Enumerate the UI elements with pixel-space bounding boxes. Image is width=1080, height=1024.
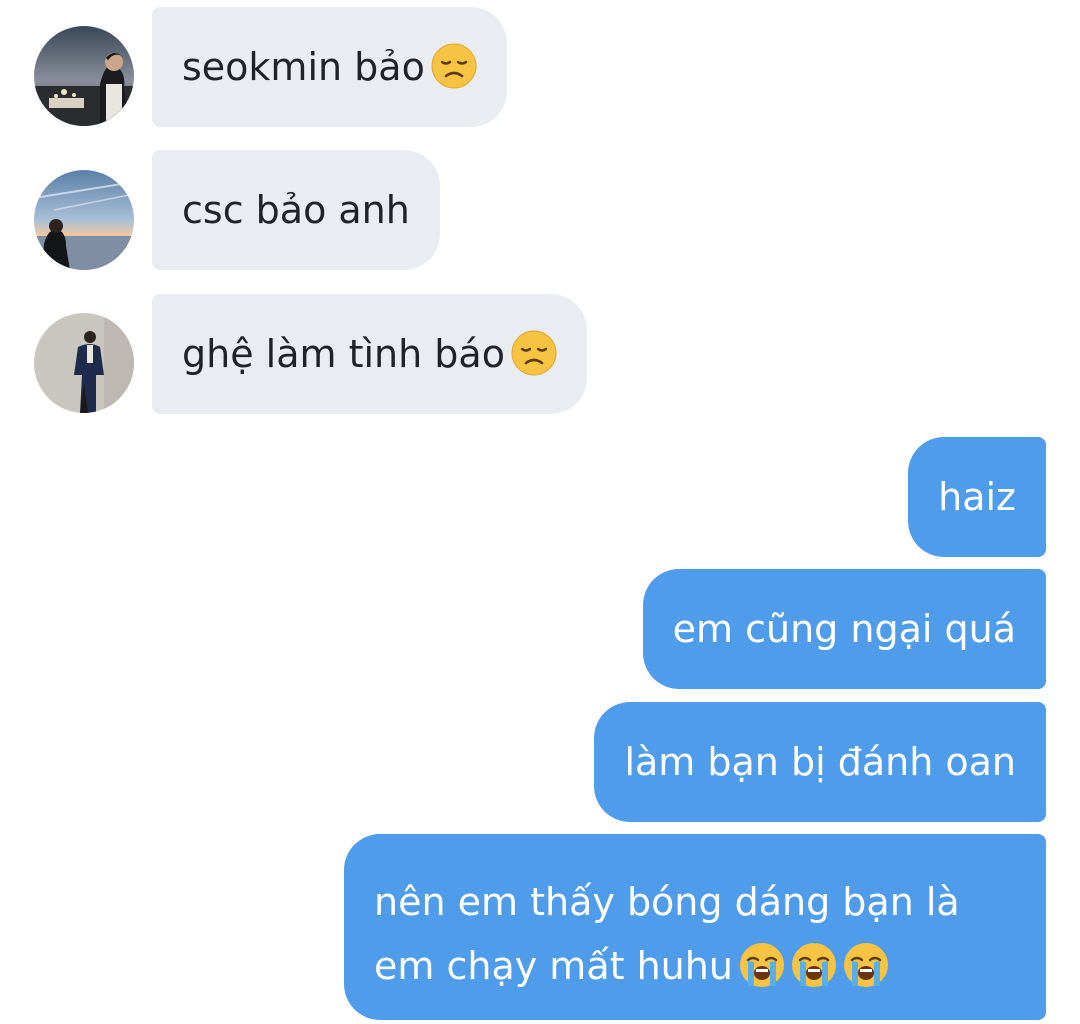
message-text: làm bạn bị đánh oan bbox=[624, 740, 1016, 784]
chat-thread: seokmin bảo csc bảo anh ghệ làm tình báo… bbox=[0, 0, 1080, 1024]
loudly-crying-face-icon bbox=[739, 942, 785, 988]
sender-avatar-3[interactable] bbox=[34, 313, 134, 413]
message-bubble-outgoing[interactable]: em cũng ngại quá bbox=[642, 569, 1046, 689]
message-text: haiz bbox=[938, 475, 1016, 519]
disappointed-face-icon bbox=[431, 43, 477, 89]
message-text-line-1: nên em thấy bóng dáng bạn là bbox=[374, 880, 960, 924]
message-bubble-incoming[interactable]: seokmin bảo bbox=[152, 7, 507, 127]
disappointed-face-icon bbox=[511, 330, 557, 376]
sender-avatar-2[interactable] bbox=[34, 170, 134, 270]
message-bubble-incoming[interactable]: ghệ làm tình báo bbox=[152, 294, 587, 414]
message-text: csc bảo anh bbox=[182, 188, 410, 232]
message-bubble-outgoing[interactable]: nên em thấy bóng dáng bạn là em chạy mất… bbox=[344, 834, 1046, 1020]
message-bubble-incoming[interactable]: csc bảo anh bbox=[152, 150, 440, 270]
message-bubble-outgoing[interactable]: haiz bbox=[908, 437, 1046, 557]
message-text-line-2-text: em chạy mất huhu bbox=[374, 944, 733, 988]
loudly-crying-face-icon bbox=[843, 942, 889, 988]
sender-avatar-1[interactable] bbox=[34, 26, 134, 126]
message-bubble-outgoing[interactable]: làm bạn bị đánh oan bbox=[594, 702, 1046, 822]
message-text-line-2: em chạy mất huhu bbox=[374, 934, 1016, 998]
message-text: seokmin bảo bbox=[182, 45, 425, 89]
message-text: em cũng ngại quá bbox=[672, 607, 1016, 651]
message-text: ghệ làm tình báo bbox=[182, 332, 505, 376]
loudly-crying-face-icon bbox=[791, 942, 837, 988]
